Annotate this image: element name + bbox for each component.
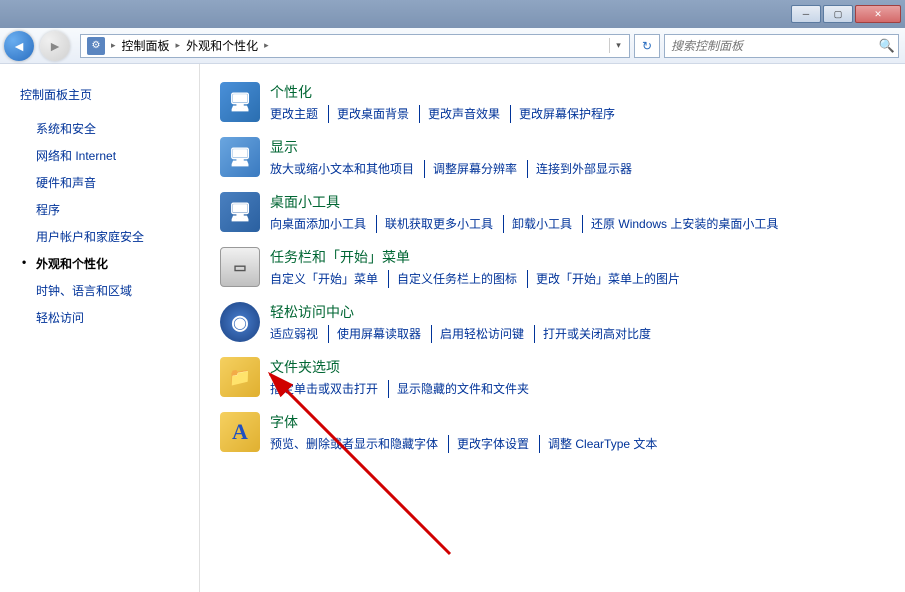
category-link[interactable]: 更改字体设置 bbox=[457, 435, 540, 453]
category-2: 🖥 桌面小工具向桌面添加小工具联机获取更多小工具卸载小工具还原 Windows 上… bbox=[220, 192, 885, 233]
category-0: 🖥 个性化更改主题更改桌面背景更改声音效果更改屏幕保护程序 bbox=[220, 82, 885, 123]
sidebar-item-6[interactable]: 时钟、语言和区域 bbox=[0, 277, 199, 304]
category-link[interactable]: 更改屏幕保护程序 bbox=[519, 105, 625, 123]
category-link[interactable]: 显示隐藏的文件和文件夹 bbox=[397, 380, 539, 398]
search-box[interactable]: 🔍 bbox=[664, 34, 899, 58]
forward-button[interactable]: ► bbox=[40, 31, 70, 61]
category-link[interactable]: 更改桌面背景 bbox=[337, 105, 420, 123]
category-link[interactable]: 使用屏幕读取器 bbox=[337, 325, 432, 343]
sidebar-item-1[interactable]: 网络和 Internet bbox=[0, 142, 199, 169]
sidebar-item-4[interactable]: 用户帐户和家庭安全 bbox=[0, 223, 199, 250]
category-link[interactable]: 卸载小工具 bbox=[512, 215, 583, 233]
main-content: 🖥 个性化更改主题更改桌面背景更改声音效果更改屏幕保护程序 🖥 显示放大或缩小文本和其… bbox=[200, 64, 905, 592]
gadgets-icon[interactable]: 🖥 bbox=[220, 192, 260, 232]
sidebar-item-3[interactable]: 程序 bbox=[0, 196, 199, 223]
taskbar-icon[interactable]: ▭ bbox=[220, 247, 260, 287]
back-button[interactable]: ◄ bbox=[4, 31, 34, 61]
category-title[interactable]: 个性化 bbox=[270, 82, 885, 102]
sidebar: 控制面板主页 系统和安全网络和 Internet硬件和声音程序用户帐户和家庭安全… bbox=[0, 64, 200, 592]
chevron-right-icon[interactable]: ▸ bbox=[174, 40, 183, 51]
personalize-icon[interactable]: 🖥 bbox=[220, 82, 260, 122]
category-link[interactable]: 指定单击或双击打开 bbox=[270, 380, 389, 398]
address-dropdown-button[interactable]: ▾ bbox=[609, 38, 627, 53]
chevron-right-icon[interactable]: ▸ bbox=[262, 40, 271, 51]
category-link[interactable]: 联机获取更多小工具 bbox=[385, 215, 504, 233]
category-title[interactable]: 任务栏和「开始」菜单 bbox=[270, 247, 885, 267]
minimize-button[interactable]: ─ bbox=[791, 5, 821, 23]
category-link[interactable]: 向桌面添加小工具 bbox=[270, 215, 377, 233]
sidebar-head[interactable]: 控制面板主页 bbox=[0, 82, 199, 115]
search-icon[interactable]: 🔍 bbox=[876, 38, 898, 54]
category-link[interactable]: 更改主题 bbox=[270, 105, 329, 123]
category-link[interactable]: 更改「开始」菜单上的图片 bbox=[536, 270, 690, 288]
refresh-button[interactable]: ↻ bbox=[634, 34, 660, 58]
window-titlebar: ─ ▢ ✕ bbox=[0, 0, 905, 28]
category-title[interactable]: 文件夹选项 bbox=[270, 357, 885, 377]
category-link[interactable]: 打开或关闭高对比度 bbox=[543, 325, 661, 343]
category-link[interactable]: 适应弱视 bbox=[270, 325, 329, 343]
navigation-bar: ◄ ► ⚙ ▸ 控制面板 ▸ 外观和个性化 ▸ ▾ ↻ 🔍 bbox=[0, 28, 905, 64]
sidebar-item-5[interactable]: 外观和个性化 bbox=[0, 250, 199, 277]
address-bar[interactable]: ⚙ ▸ 控制面板 ▸ 外观和个性化 ▸ ▾ bbox=[80, 34, 630, 58]
category-1: 🖥 显示放大或缩小文本和其他项目调整屏幕分辨率连接到外部显示器 bbox=[220, 137, 885, 178]
category-title[interactable]: 桌面小工具 bbox=[270, 192, 885, 212]
category-link[interactable]: 调整屏幕分辨率 bbox=[433, 160, 528, 178]
category-4: ◉ 轻松访问中心适应弱视使用屏幕读取器启用轻松访问键打开或关闭高对比度 bbox=[220, 302, 885, 343]
category-title[interactable]: 字体 bbox=[270, 412, 885, 432]
category-link[interactable]: 预览、删除或者显示和隐藏字体 bbox=[270, 435, 449, 453]
sidebar-item-0[interactable]: 系统和安全 bbox=[0, 115, 199, 142]
category-link[interactable]: 还原 Windows 上安装的桌面小工具 bbox=[591, 215, 788, 233]
close-button[interactable]: ✕ bbox=[855, 5, 901, 23]
category-5: 📁 文件夹选项指定单击或双击打开显示隐藏的文件和文件夹 bbox=[220, 357, 885, 398]
category-title[interactable]: 轻松访问中心 bbox=[270, 302, 885, 322]
category-link[interactable]: 自定义「开始」菜单 bbox=[270, 270, 389, 288]
category-link[interactable]: 放大或缩小文本和其他项目 bbox=[270, 160, 425, 178]
breadcrumb-current[interactable]: 外观和个性化 bbox=[182, 37, 262, 54]
display-icon[interactable]: 🖥 bbox=[220, 137, 260, 177]
category-link[interactable]: 更改声音效果 bbox=[428, 105, 511, 123]
ease-icon[interactable]: ◉ bbox=[220, 302, 260, 342]
category-link[interactable]: 自定义任务栏上的图标 bbox=[397, 270, 528, 288]
category-title[interactable]: 显示 bbox=[270, 137, 885, 157]
search-input[interactable] bbox=[665, 39, 876, 53]
control-panel-icon: ⚙ bbox=[87, 37, 105, 55]
category-link[interactable]: 启用轻松访问键 bbox=[440, 325, 535, 343]
maximize-button[interactable]: ▢ bbox=[823, 5, 853, 23]
category-6: A 字体预览、删除或者显示和隐藏字体更改字体设置调整 ClearType 文本 bbox=[220, 412, 885, 453]
sidebar-item-2[interactable]: 硬件和声音 bbox=[0, 169, 199, 196]
category-link[interactable]: 调整 ClearType 文本 bbox=[548, 435, 667, 453]
chevron-right-icon[interactable]: ▸ bbox=[109, 40, 118, 51]
fonts-icon[interactable]: A bbox=[220, 412, 260, 452]
breadcrumb-root[interactable]: 控制面板 bbox=[118, 37, 174, 54]
folder-icon[interactable]: 📁 bbox=[220, 357, 260, 397]
category-link[interactable]: 连接到外部显示器 bbox=[536, 160, 642, 178]
category-3: ▭ 任务栏和「开始」菜单自定义「开始」菜单自定义任务栏上的图标更改「开始」菜单上的… bbox=[220, 247, 885, 288]
sidebar-item-7[interactable]: 轻松访问 bbox=[0, 304, 199, 331]
